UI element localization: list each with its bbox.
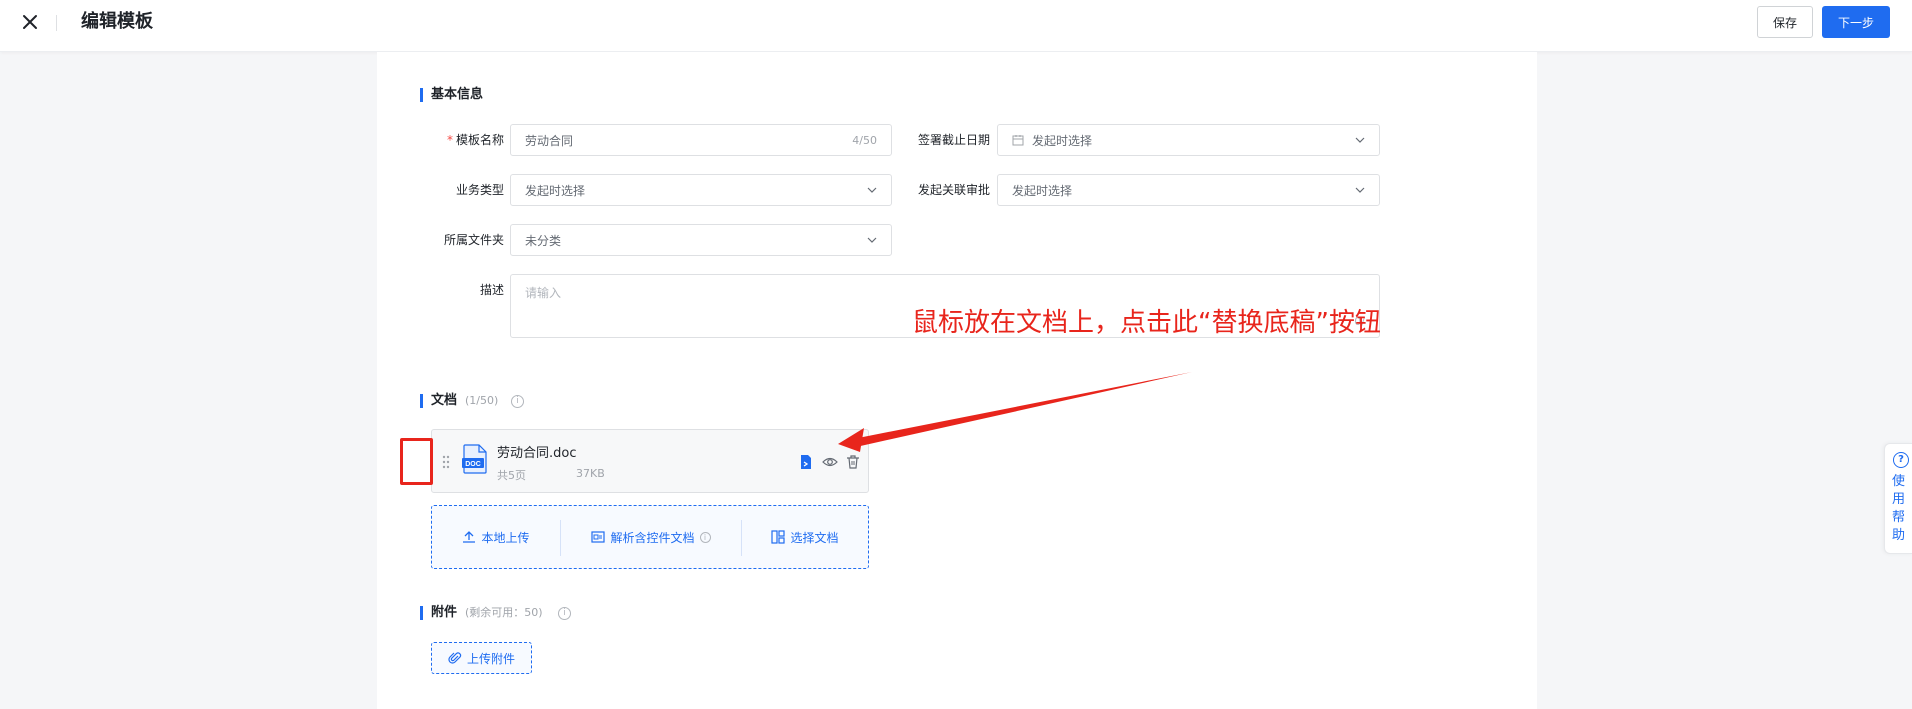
select-doc-icon (771, 530, 786, 544)
info-icon: i (558, 607, 571, 620)
template-name-input[interactable]: 劳动合同 4/50 (510, 124, 892, 156)
replace-draft-icon[interactable] (798, 454, 814, 470)
chevron-down-icon (867, 237, 877, 243)
doc-file-icon: DOC (462, 444, 487, 474)
folder-label: 所属文件夹 (443, 233, 504, 247)
doc-name: 劳动合同.doc (497, 446, 577, 461)
preview-eye-icon[interactable] (822, 454, 838, 470)
template-name-label: * 模板名称 (446, 133, 504, 147)
attachments-remaining: (剩余可用：50) (465, 606, 543, 619)
parse-icon (591, 531, 606, 543)
next-step-button[interactable]: 下一步 (1822, 6, 1890, 38)
header-divider (56, 15, 57, 31)
docs-count: (1/50) (465, 394, 499, 407)
annotation-text: 鼠标放在文档上，点击此“替换底稿”按钮 (912, 308, 1381, 338)
desc-label: 描述 (479, 283, 504, 297)
parse-widget-doc-button[interactable]: 解析含控件文档 i (561, 506, 741, 568)
chevron-down-icon (1355, 137, 1365, 143)
main-panel: 基本信息 * 模板名称 劳动合同 4/50 签署截止日期 发起时选择 业务类型 发… (377, 52, 1537, 709)
local-upload-button[interactable]: 本地上传 (432, 506, 560, 568)
help-icon: ? (1893, 452, 1909, 468)
section-title-basic-info: 基本信息 (420, 86, 483, 104)
chevron-down-icon (1355, 187, 1365, 193)
upload-icon (463, 531, 476, 543)
doc-card[interactable]: DOC 劳动合同.doc 共5页 37KB (431, 429, 869, 493)
doc-size: 37KB (576, 467, 605, 480)
top-bar: 编辑模板 保存 下一步 (0, 0, 1912, 52)
approval-label: 发起关联审批 (917, 183, 990, 197)
section-title-attachments: 附件 (剩余可用：50) (420, 604, 543, 622)
drag-handle-icon[interactable] (442, 454, 450, 470)
close-icon[interactable] (20, 10, 40, 34)
folder-select[interactable]: 未分类 (510, 224, 892, 256)
chevron-down-icon (867, 187, 877, 193)
biz-type-select[interactable]: 发起时选择 (510, 174, 892, 206)
page-title: 编辑模板 (81, 11, 153, 32)
approval-select[interactable]: 发起时选择 (997, 174, 1380, 206)
deadline-label: 签署截止日期 (917, 133, 990, 147)
help-tab[interactable]: ? 使用帮助 (1884, 443, 1912, 554)
doc-pages: 共5页 (497, 469, 526, 482)
help-label: 使用帮助 (1892, 474, 1906, 543)
section-title-docs: 文档 (1/50) (420, 392, 498, 410)
info-icon: i (511, 395, 524, 408)
deadline-picker[interactable]: 发起时选择 (997, 124, 1380, 156)
template-name-count: 4/50 (852, 133, 877, 147)
calendar-icon (1012, 135, 1024, 146)
attachment-icon (448, 652, 462, 664)
upload-attachment-button[interactable]: 上传附件 (431, 642, 532, 674)
upload-bar: 本地上传 解析含控件文档 i 选择文档 (431, 505, 869, 569)
select-doc-button[interactable]: 选择文档 (742, 506, 868, 568)
svg-text:DOC: DOC (465, 461, 481, 468)
info-icon: i (699, 531, 711, 543)
delete-icon[interactable] (845, 454, 861, 470)
save-button[interactable]: 保存 (1757, 6, 1813, 38)
biz-type-label: 业务类型 (455, 183, 504, 197)
